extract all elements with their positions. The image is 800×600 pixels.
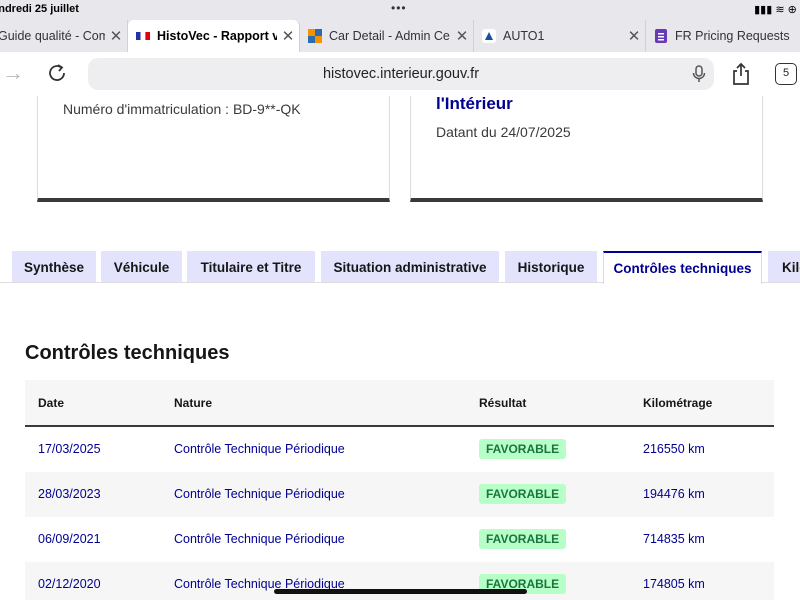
status-date: vendredi 25 juillet [0,3,79,15]
home-indicator[interactable] [274,589,527,594]
tab-synthese[interactable]: Synthèse [12,251,96,283]
cell-nature: Contrôle Technique Périodique [174,442,345,456]
table-header: Date Nature Résultat Kilométrage [25,380,774,427]
tab-overview-button[interactable]: 5 [775,63,797,85]
cell-nature: Contrôle Technique Périodique [174,487,345,501]
table-row: 06/09/2021 Contrôle Technique Périodique… [25,517,774,562]
reload-icon[interactable] [46,62,68,84]
status-bar: vendredi 25 juillet ••• ▮▮▮ ≋ ⊕ 7 [0,0,800,20]
cell-mileage: 216550 km [643,442,705,456]
tab-historique[interactable]: Historique [505,251,597,283]
browser-tab-title: FR Pricing Requests [675,29,790,43]
browser-tab-car-detail[interactable]: Car Detail - Admin Ce ✕ [300,20,474,52]
header-nature: Nature [174,396,213,410]
cell-date: 02/12/2020 [38,577,101,591]
result-badge: FAVORABLE [479,484,567,504]
share-icon[interactable] [730,62,752,86]
close-icon[interactable]: ✕ [451,27,473,45]
section-tabs: Synthèse Véhicule Titulaire et Titre Sit… [0,251,800,284]
auto1-logo-icon [482,29,496,43]
registration-number: Numéro d'immatriculation : BD-9**-QK [63,101,301,117]
table-row: 02/12/2020 Contrôle Technique Périodique… [25,562,774,600]
tab-situation-administrative[interactable]: Situation administrative [321,251,499,283]
tab-kilometrage[interactable]: Kilo [768,251,800,283]
browser-chrome: vendredi 25 juillet ••• ▮▮▮ ≋ ⊕ 7 Guide … [0,0,800,52]
browser-tab-pricing[interactable]: FR Pricing Requests [646,20,800,52]
browser-toolbar: → histovec.interieur.gouv.fr 5 [0,52,800,96]
header-result: Résultat [479,396,527,410]
forward-arrow-icon[interactable]: → [2,60,24,86]
table-row: 17/03/2025 Contrôle Technique Périodique… [25,427,774,472]
close-icon[interactable]: ✕ [623,27,645,45]
source-card: l'Intérieur Datant du 24/07/2025 [410,94,763,202]
cell-date: 06/09/2021 [38,532,101,546]
result-badge: FAVORABLE [479,439,567,459]
header-date: Date [38,396,65,410]
close-icon[interactable]: ✕ [277,27,299,45]
browser-tab-title: Guide qualité - Comm [0,29,105,43]
browser-tab-strip: Guide qualité - Comm ✕ HistoVec - Rappor… [0,20,800,52]
forms-icon [654,29,668,43]
grid-logo-icon [308,29,322,43]
tab-vehicule[interactable]: Véhicule [101,251,182,283]
cell-mileage: 194476 km [643,487,705,501]
browser-tab-title: Car Detail - Admin Ce [329,29,450,43]
browser-tab-auto1[interactable]: AUTO1 ✕ [474,20,646,52]
browser-tab-guide[interactable]: Guide qualité - Comm ✕ [0,20,128,52]
cell-mileage: 174805 km [643,577,705,591]
header-mileage: Kilométrage [643,396,713,410]
close-icon[interactable]: ✕ [105,27,127,45]
report-date: Datant du 24/07/2025 [436,124,571,140]
microphone-icon[interactable] [692,65,706,83]
url-text[interactable]: histovec.interieur.gouv.fr [88,66,714,82]
browser-tab-title: AUTO1 [503,29,545,43]
cell-date: 28/03/2023 [38,487,101,501]
inspections-table: Date Nature Résultat Kilométrage 17/03/2… [25,380,774,600]
table-row: 28/03/2023 Contrôle Technique Périodique… [25,472,774,517]
browser-tab-title: HistoVec - Rapport ve [157,29,277,43]
french-flag-icon [136,29,150,43]
browser-tab-histovec[interactable]: HistoVec - Rapport ve ✕ [128,20,300,52]
tab-controles-techniques[interactable]: Contrôles techniques [603,251,762,284]
multitasking-dots[interactable]: ••• [391,1,407,15]
address-bar[interactable]: histovec.interieur.gouv.fr [88,58,714,90]
section-title: Contrôles techniques [25,342,230,364]
status-indicators: ▮▮▮ ≋ ⊕ 7 [754,4,800,16]
source-authority: l'Intérieur [436,94,513,113]
cell-date: 17/03/2025 [38,442,101,456]
cell-nature: Contrôle Technique Périodique [174,532,345,546]
tab-titulaire[interactable]: Titulaire et Titre [187,251,315,283]
result-badge: FAVORABLE [479,529,567,549]
cell-mileage: 714835 km [643,532,705,546]
vehicle-card: Numéro d'immatriculation : BD-9**-QK [37,96,390,202]
